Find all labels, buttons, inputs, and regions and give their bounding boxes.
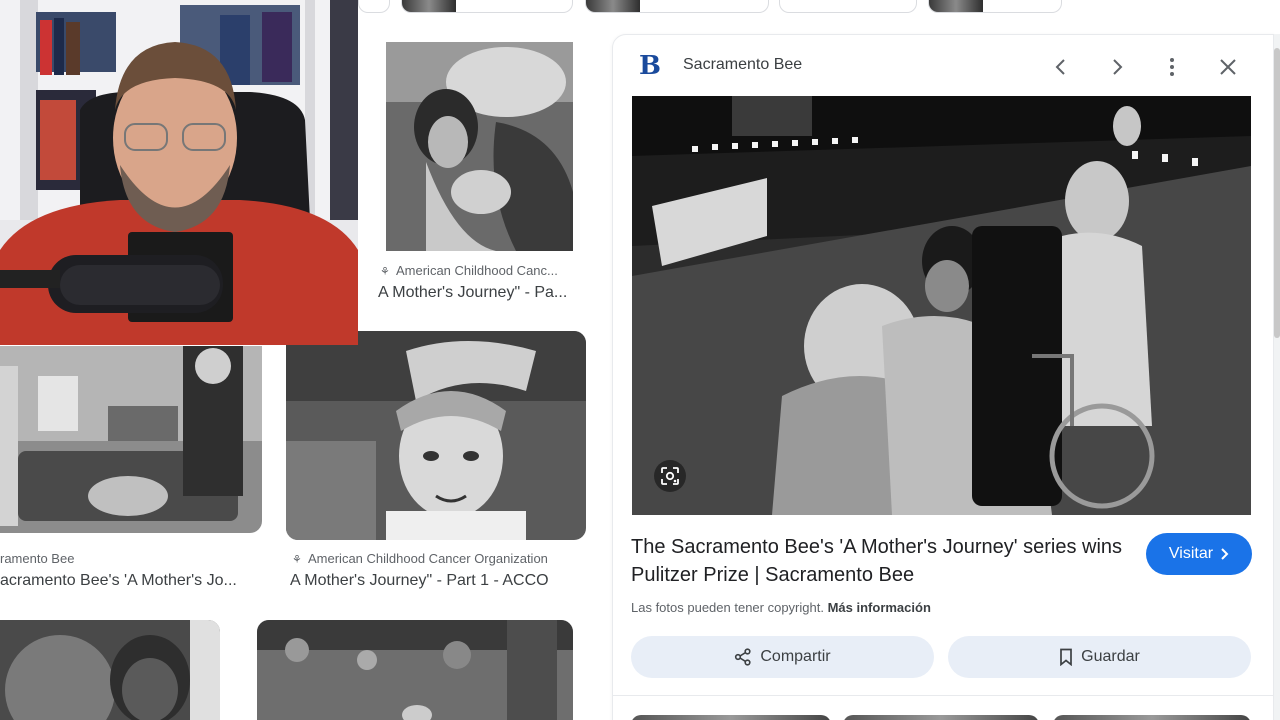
result-image[interactable] <box>0 346 262 533</box>
lens-icon <box>661 467 679 485</box>
related-image[interactable] <box>1053 715 1251 720</box>
save-label: Guardar <box>1081 648 1140 665</box>
result-image[interactable] <box>257 620 573 720</box>
result-thumbnail <box>402 0 456 12</box>
divider <box>613 695 1273 696</box>
result-caption[interactable]: acramento Bee's 'A Mother's Jo... <box>0 572 262 590</box>
top-result-chip[interactable] <box>928 0 1062 13</box>
webcam-feed <box>0 0 358 345</box>
previous-button[interactable] <box>1043 49 1079 85</box>
result-source[interactable]: ⚘ American Childhood Cancer Organization <box>292 551 592 566</box>
favicon-icon: ⚘ <box>380 266 390 278</box>
photo-boy-hands <box>286 331 586 540</box>
top-result-chip[interactable] <box>401 0 573 13</box>
copyright-notice: Las fotos pueden tener copyright. Más in… <box>631 600 931 615</box>
preview-image[interactable] <box>632 96 1251 515</box>
close-button[interactable] <box>1210 49 1246 85</box>
photo-mother-journey <box>386 42 573 251</box>
result-source-text: American Childhood Cancer Organization <box>308 551 548 566</box>
webcam-overlay <box>0 0 358 345</box>
photo-living-room <box>0 346 262 533</box>
share-label: Compartir <box>760 648 831 665</box>
visual-search-button[interactable] <box>654 460 686 492</box>
favicon-icon: ⚘ <box>292 554 302 566</box>
top-result-chip[interactable] <box>358 0 390 13</box>
more-vert-icon <box>1170 58 1174 76</box>
visit-button[interactable]: Visitar <box>1146 533 1252 575</box>
bookmark-icon <box>1060 648 1072 666</box>
photo-mother-child <box>0 620 220 720</box>
save-button[interactable]: Guardar <box>948 636 1251 678</box>
copyright-text: Las fotos pueden tener copyright. <box>631 600 824 615</box>
result-thumbnail <box>586 0 640 12</box>
top-result-chip[interactable] <box>779 0 917 13</box>
result-image[interactable] <box>386 42 573 251</box>
site-name[interactable]: Sacramento Bee <box>683 56 802 74</box>
visit-label: Visitar <box>1168 545 1214 562</box>
chevron-right-icon <box>1113 59 1123 75</box>
result-title[interactable]: The Sacramento Bee's 'A Mother's Journey… <box>631 533 1131 589</box>
result-thumbnail <box>929 0 983 12</box>
result-caption[interactable]: A Mother's Journey" - Pa... <box>378 284 588 302</box>
related-image[interactable] <box>843 715 1039 720</box>
result-image[interactable] <box>286 331 586 540</box>
result-image[interactable] <box>0 620 220 720</box>
next-button[interactable] <box>1099 49 1135 85</box>
more-options-button[interactable] <box>1154 49 1190 85</box>
share-button[interactable]: Compartir <box>631 636 934 678</box>
chevron-right-icon <box>1221 548 1229 560</box>
detail-panel: B Sacramento Bee The Sacramento Bee's 'A… <box>612 34 1274 720</box>
result-source-text: American Childhood Canc... <box>396 263 558 278</box>
site-logo: B <box>637 53 663 79</box>
result-source[interactable]: ⚘ American Childhood Canc... <box>380 263 585 278</box>
photo-relay-for-life <box>632 96 1251 515</box>
result-source[interactable]: ramento Bee <box>0 551 260 566</box>
related-image[interactable] <box>631 715 831 720</box>
top-result-chip[interactable] <box>585 0 769 13</box>
close-icon <box>1220 59 1236 75</box>
more-info-link[interactable]: Más información <box>828 600 931 615</box>
share-icon <box>735 648 751 666</box>
chevron-left-icon <box>1055 59 1065 75</box>
photo-outdoor-wheelchair <box>257 620 573 720</box>
result-caption[interactable]: A Mother's Journey" - Part 1 - ACCO <box>290 572 590 590</box>
scrollbar-thumb[interactable] <box>1274 48 1280 338</box>
